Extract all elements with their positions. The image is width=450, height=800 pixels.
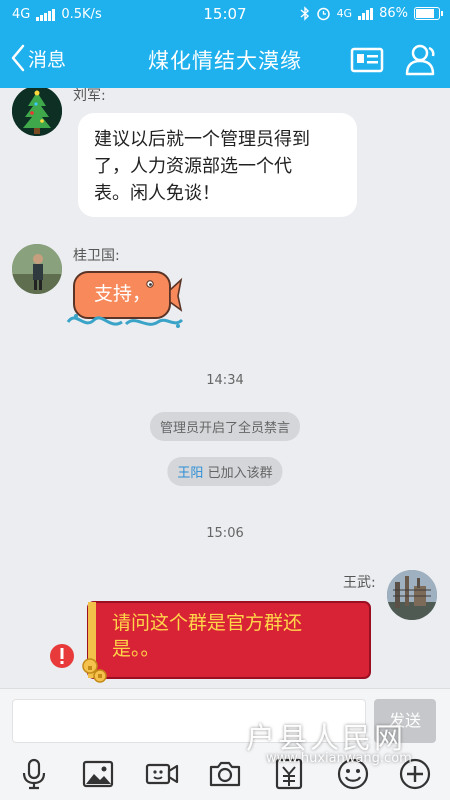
- avatar[interactable]: [12, 244, 62, 294]
- battery-percent: 86%: [379, 6, 408, 21]
- group-members-icon[interactable]: [403, 42, 439, 78]
- status-bar: 4G 0.5K/s 15:07 4G 86%: [0, 0, 450, 30]
- sender-name: 王武:: [343, 575, 376, 591]
- my-message-bubble[interactable]: 请问这个群是官方群还 是。。: [82, 600, 374, 684]
- system-message-text: 已加入该群: [203, 466, 273, 481]
- person-photo-icon: [12, 244, 62, 294]
- sender-name: 刘军:: [73, 88, 106, 104]
- factory-photo-icon: [387, 570, 437, 620]
- message-bubble[interactable]: 建议以后就一个管理员得到 了，人力资源部选一个代 表。闲人免谈！: [78, 113, 357, 217]
- microphone-icon[interactable]: [17, 757, 51, 791]
- group-info-icon[interactable]: [349, 42, 385, 78]
- message-line: 表。闲人免谈！: [94, 183, 220, 204]
- alarm-icon: [316, 7, 330, 21]
- fish-bubble[interactable]: 支持，: [66, 266, 184, 332]
- message-line: 请问这个群是官方群还: [112, 612, 303, 634]
- system-message: 管理员开启了全员禁言: [149, 412, 301, 441]
- watermark-url: www.huxianwang.com: [266, 751, 412, 766]
- message-text: 支持，: [94, 283, 152, 305]
- message-line: 建议以后就一个管理员得到: [94, 129, 310, 150]
- send-failed-icon[interactable]: [49, 643, 75, 669]
- avatar[interactable]: [12, 88, 62, 136]
- member-name-link[interactable]: 王阳: [177, 466, 203, 481]
- battery-icon: [414, 7, 443, 20]
- message-line: 是。。: [112, 638, 160, 660]
- avatar[interactable]: [387, 570, 437, 620]
- camera-icon[interactable]: [208, 757, 242, 791]
- network-type-right: 4G: [336, 7, 353, 20]
- message-text: 请问这个群是官方群还 是。。: [112, 610, 302, 662]
- signal-icon-right: [358, 7, 374, 20]
- image-icon[interactable]: [81, 757, 115, 791]
- christmas-tree-icon: [12, 88, 62, 136]
- status-right: 4G 86%: [300, 6, 443, 21]
- video-call-icon[interactable]: [145, 757, 179, 791]
- title-bar: 消息 煤化情结大漠缘: [0, 30, 450, 88]
- system-message: 王阳 已加入该群: [167, 457, 283, 486]
- input-area: 发送 户县人民网 www.huxianwang.com: [0, 688, 450, 800]
- message-line: 了，人力资源部选一个代: [94, 156, 292, 177]
- sender-name: 桂卫国:: [73, 248, 120, 264]
- time-label: 14:34: [206, 373, 244, 388]
- bluetooth-icon: [300, 6, 309, 21]
- chat-area[interactable]: 刘军: 建议以后就一个管理员得到 了，人力资源部选一个代 表。闲人免谈！ 桂卫国…: [0, 88, 450, 688]
- time-label: 15:06: [206, 526, 244, 541]
